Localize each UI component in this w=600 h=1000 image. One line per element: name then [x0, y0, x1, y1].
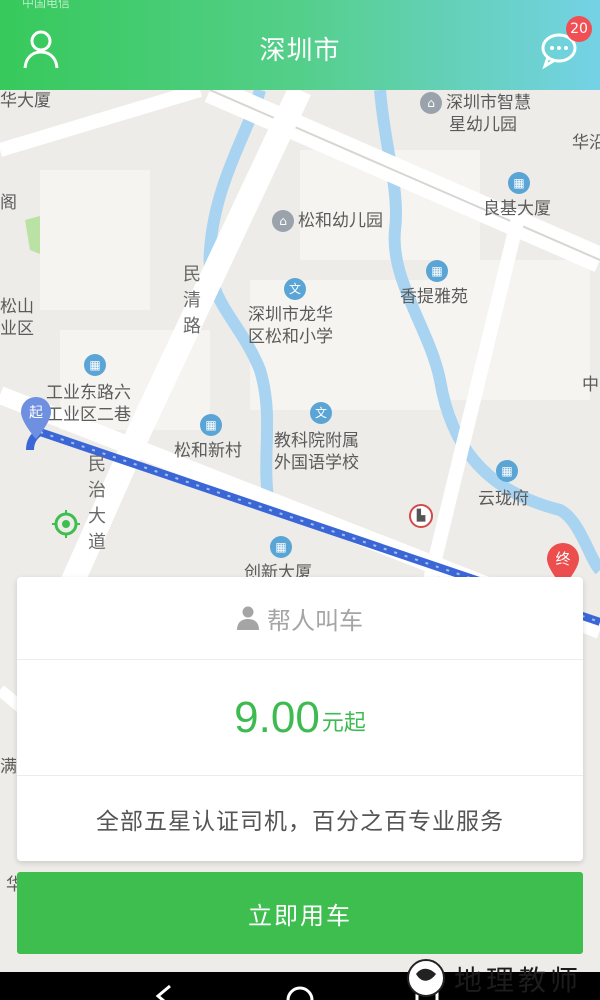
poi-label[interactable]: ▦ [508, 172, 534, 194]
poi-label[interactable]: ▦ [496, 460, 522, 482]
building-icon: ▦ [426, 260, 448, 282]
watermark-text: 地理教师 [454, 964, 582, 997]
poi-label[interactable]: 文 [284, 278, 310, 300]
poi-label[interactable]: 外国语学校 [274, 452, 359, 474]
city-title[interactable]: 深圳市 [0, 30, 600, 67]
booking-card: 帮人叫车 9.00 元起 全部五星认证司机，百分之百专业服务 [17, 577, 583, 861]
poi-label[interactable]: 星幼儿园 [449, 114, 517, 136]
poi-label[interactable]: 教科院附属 [274, 430, 359, 452]
status-bar-carrier: 中国电信 [22, 0, 71, 10]
building-icon: ▦ [270, 536, 292, 558]
building-icon: ▦ [200, 414, 222, 436]
end-label: 终 [555, 550, 570, 568]
poi-label[interactable]: 松和新村 [174, 440, 242, 462]
poi-label[interactable]: 良基大厦 [483, 198, 551, 220]
building-icon: ▦ [84, 354, 106, 376]
poi-label[interactable]: 业区 [0, 318, 34, 340]
poi-label[interactable]: 文 [310, 402, 336, 424]
poi-label[interactable]: 工业东路六 [46, 382, 131, 404]
poi-label[interactable]: 华大厦 [0, 90, 51, 112]
start-pin-icon[interactable]: 起 [19, 396, 53, 440]
school-icon: ⌂ [420, 92, 442, 114]
poi-label[interactable]: 深圳市龙华 [248, 304, 333, 326]
person-icon [237, 606, 259, 630]
school-icon: 文 [284, 278, 306, 300]
school-icon: ⌂ [272, 210, 294, 232]
building-icon: ▦ [496, 460, 518, 482]
school-icon: 文 [310, 402, 332, 424]
price-row: 9.00 元起 [17, 660, 583, 776]
poi-label[interactable]: ▦ [84, 354, 110, 376]
traffic-marker-icon: ▙ [409, 504, 433, 528]
poi-label[interactable]: ▦ [200, 414, 226, 436]
start-label: 起 [29, 405, 43, 421]
message-count-badge: 20 [566, 16, 592, 42]
poi-label[interactable]: 阁 [0, 192, 17, 214]
poi-label[interactable]: 中 [582, 374, 599, 396]
app-header: 中国电信 深圳市 20 [0, 0, 600, 90]
poi-label[interactable]: 满 [0, 756, 17, 778]
poi-label[interactable]: 云珑府 [478, 488, 529, 510]
help-call-row[interactable]: 帮人叫车 [17, 577, 583, 660]
road-label: 民治大道 [88, 454, 106, 553]
current-location-icon[interactable] [52, 510, 80, 538]
service-description: 全部五星认证司机，百分之百专业服务 [96, 808, 504, 835]
price-unit: 元起 [321, 710, 366, 736]
poi-label[interactable]: 香提雅苑 [400, 286, 468, 308]
poi-label[interactable]: ⌂ 松和幼儿园 [272, 210, 383, 232]
poi-label[interactable]: 区松和小学 [248, 326, 333, 348]
building-icon: ▦ [508, 172, 530, 194]
help-call-label: 帮人叫车 [267, 606, 363, 635]
poi-label[interactable]: 华沿 [572, 132, 600, 154]
road-label: 民清路 [183, 264, 201, 337]
home-icon[interactable] [285, 972, 315, 1000]
price-value: 9.00 [234, 692, 320, 742]
back-icon[interactable] [150, 972, 180, 1000]
watermark-logo: 地理教师 [407, 959, 582, 997]
poi-label[interactable]: ▦ [426, 260, 452, 282]
poi-label[interactable]: ▦ [270, 536, 296, 558]
poi-label[interactable]: 松山 [0, 296, 34, 318]
poi-label[interactable]: 工业区二巷 [46, 404, 131, 426]
poi-label[interactable]: ⌂ 深圳市智慧 [420, 92, 531, 114]
book-now-button[interactable]: 立即用车 [17, 872, 583, 954]
